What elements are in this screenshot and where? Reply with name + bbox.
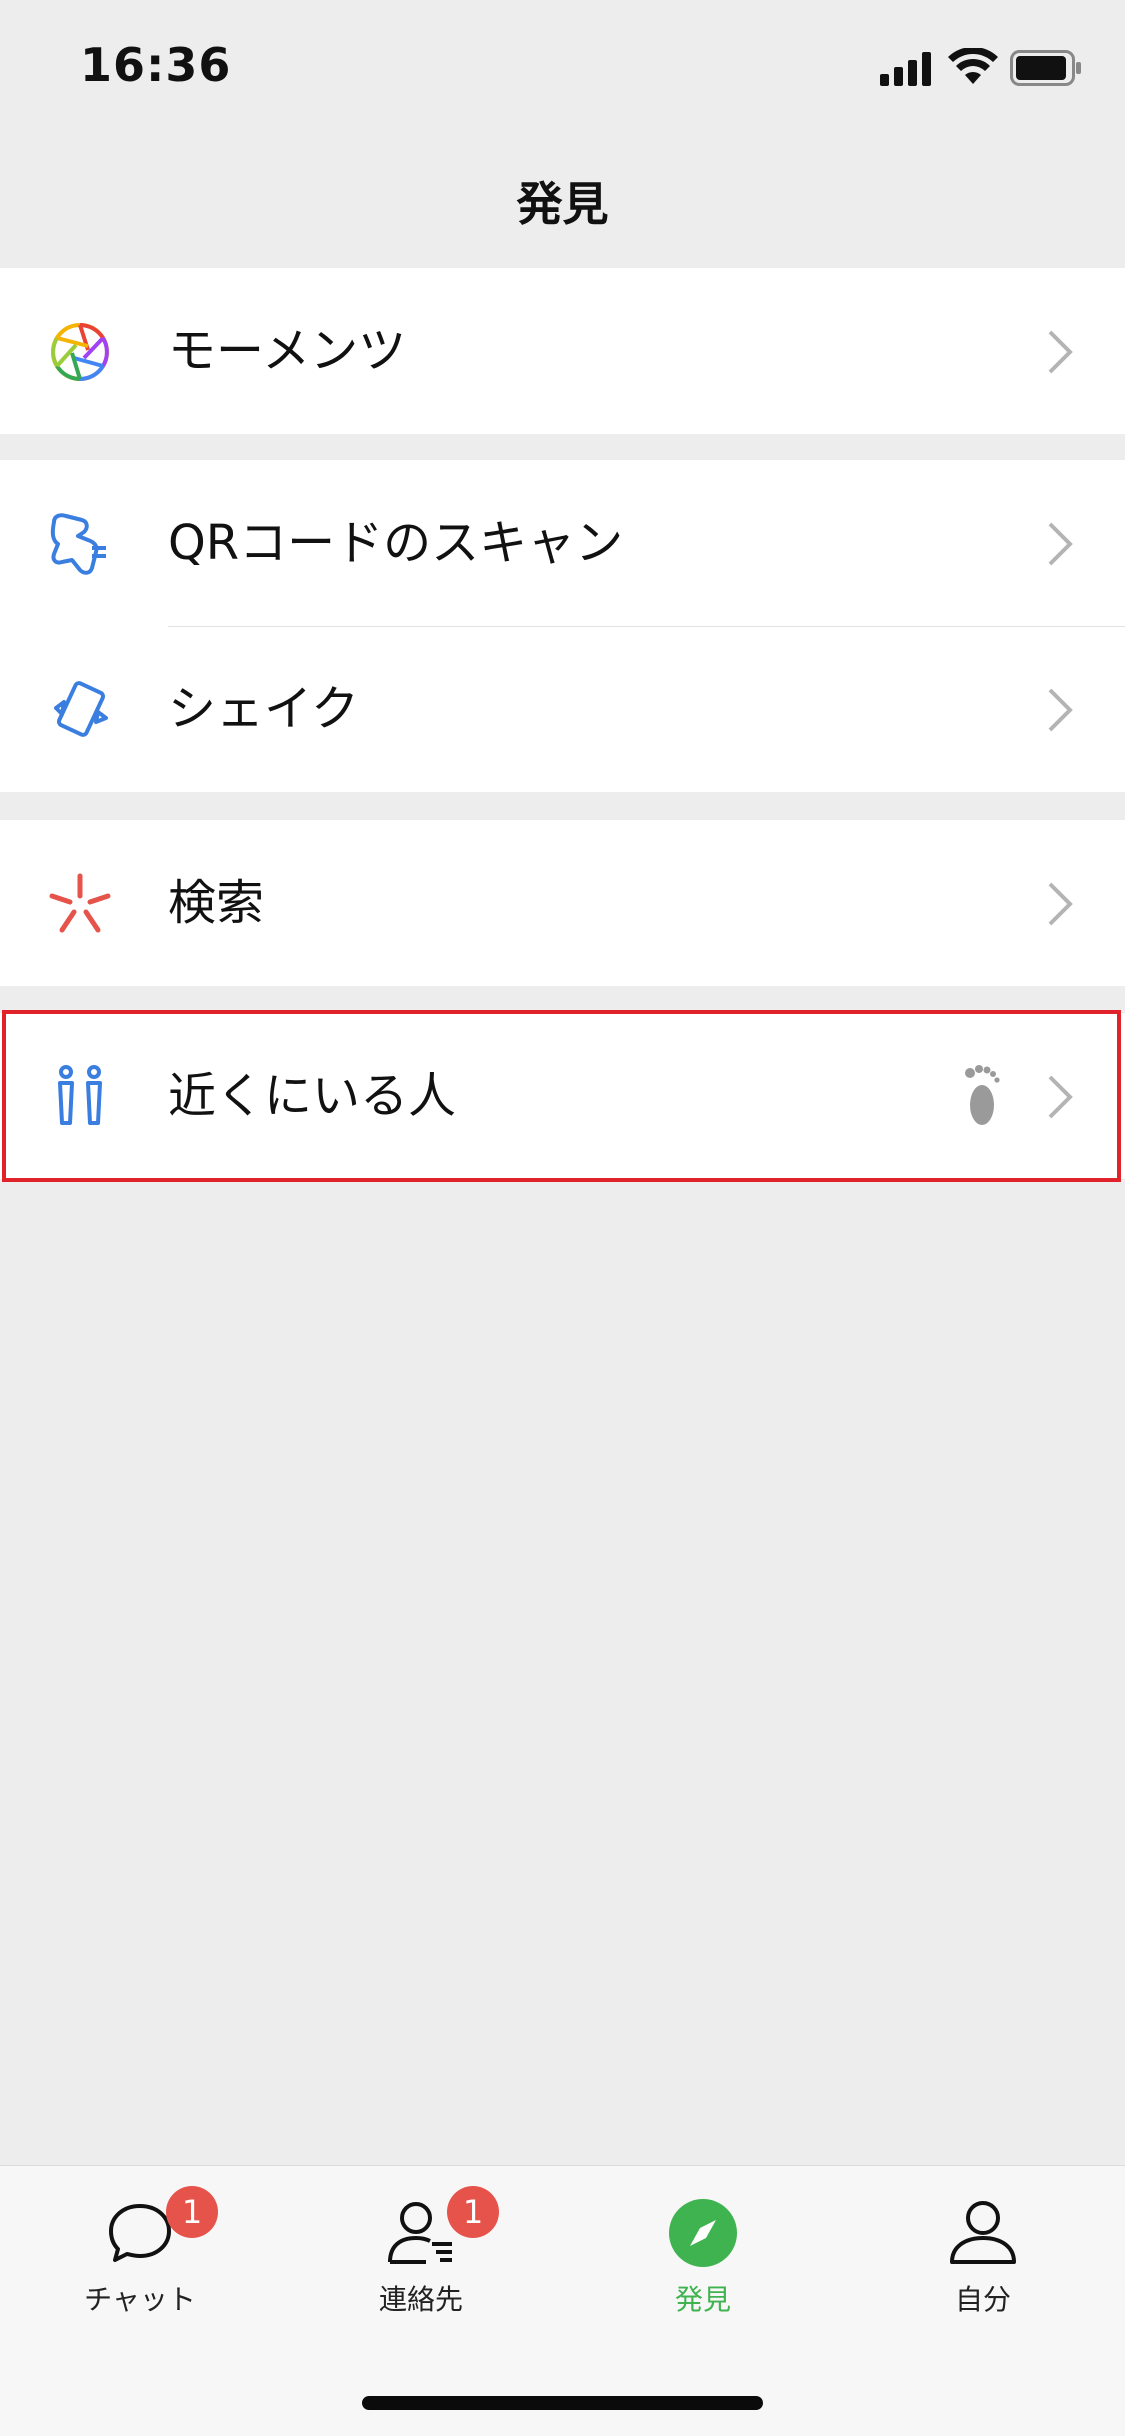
shake-phone-icon <box>54 681 108 737</box>
chevron-right-icon <box>1048 330 1073 374</box>
search-sparkle-icon <box>49 873 111 933</box>
menu-item-moments[interactable]: モーメンツ <box>0 268 1125 434</box>
menu-label-nearby: 近くにいる人 <box>168 1068 457 1124</box>
menu-item-nearby[interactable]: 近くにいる人 <box>0 1013 1125 1179</box>
battery-icon <box>1010 50 1081 86</box>
chat-bubble-icon <box>109 2204 171 2262</box>
chevron-right-icon <box>1048 882 1073 926</box>
menu-item-shake[interactable]: シェイク <box>0 626 1125 792</box>
person-icon <box>950 2201 1016 2264</box>
menu-item-search[interactable]: 検索 <box>0 820 1125 986</box>
chevron-right-icon <box>1048 688 1073 732</box>
cellular-signal-icon <box>880 52 931 86</box>
tab-chats[interactable]: 1 チャット <box>40 2186 240 2326</box>
tab-me[interactable]: 自分 <box>883 2196 1083 2326</box>
section-moments: モーメンツ <box>0 268 1125 434</box>
menu-item-scan[interactable]: QRコードのスキャン <box>0 460 1125 626</box>
tab-contacts[interactable]: 1 連絡先 <box>321 2186 521 2326</box>
tab-label-chats: チャット <box>84 2283 196 2316</box>
status-time: 16:36 <box>80 38 232 92</box>
section-scan-shake: QRコードのスキャン シェイク <box>0 460 1125 792</box>
page-title: 発見 <box>516 177 609 231</box>
compass-icon <box>669 2199 737 2267</box>
nearby-people-icon <box>58 1065 102 1125</box>
tab-label-me: 自分 <box>954 2283 1011 2316</box>
unread-badge: 1 <box>166 2186 218 2238</box>
section-nearby: 近くにいる人 <box>0 1013 1125 1179</box>
home-indicator <box>362 2396 763 2410</box>
tab-label-contacts: 連絡先 <box>378 2283 463 2316</box>
chevron-right-icon <box>1048 522 1073 566</box>
wifi-icon <box>948 48 998 84</box>
chevron-right-icon <box>1048 1075 1073 1119</box>
scan-icon <box>50 513 106 575</box>
menu-label-search: 検索 <box>168 875 265 931</box>
tab-discover[interactable]: 発見 <box>603 2196 803 2326</box>
section-search: 検索 <box>0 820 1125 986</box>
unread-badge: 1 <box>447 2186 499 2238</box>
menu-label-shake: シェイク <box>168 681 360 737</box>
menu-label-moments: モーメンツ <box>168 323 407 379</box>
contacts-icon <box>388 2202 452 2264</box>
footprint-icon <box>965 1065 1000 1125</box>
status-bar: 16:36 <box>0 0 1125 135</box>
moments-aperture-icon <box>51 323 109 381</box>
menu-label-scan: QRコードのスキャン <box>168 515 624 571</box>
tab-label-discover: 発見 <box>674 2283 731 2316</box>
